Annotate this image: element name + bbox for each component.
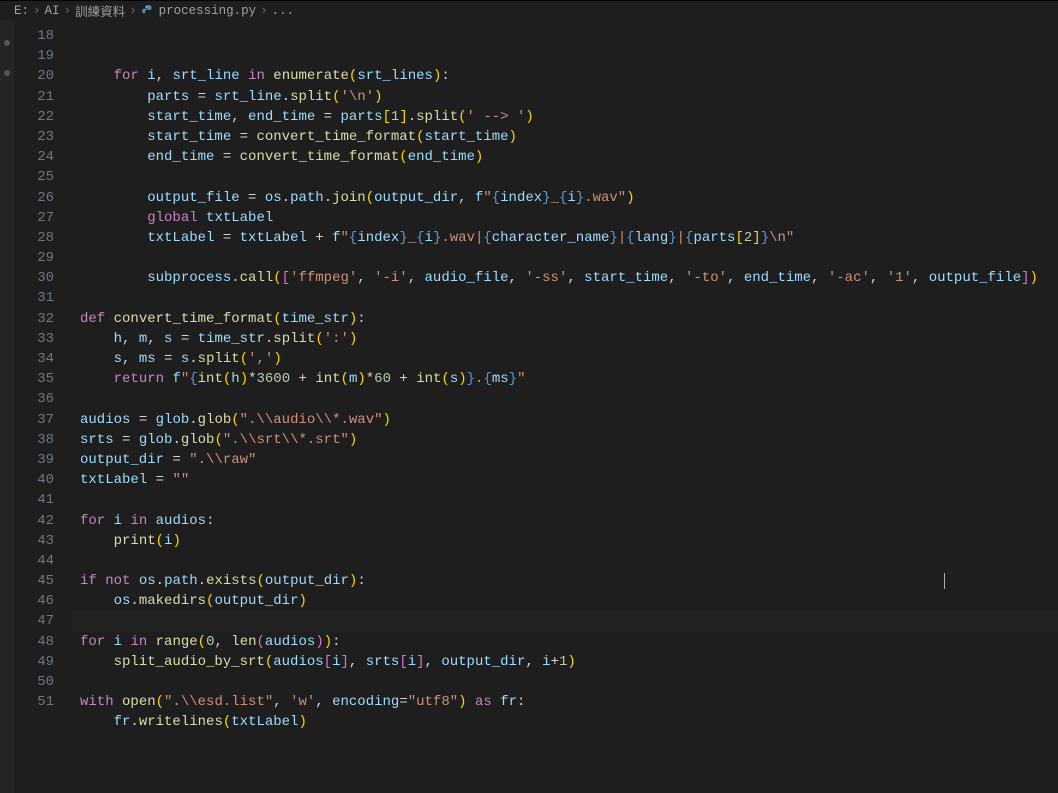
code-line[interactable]: output_dir = ".\\raw" [72,450,1058,470]
code-line[interactable]: s, ms = s.split(',') [72,349,1058,369]
line-number: 34 [14,349,54,369]
line-number: 35 [14,369,54,389]
code-line[interactable]: parts = srt_line.split('\n') [72,87,1058,107]
code-line[interactable]: fr.writelines(txtLabel) [72,712,1058,732]
chevron-right-icon: › [33,4,41,18]
line-number: 49 [14,652,54,672]
code-line[interactable]: h, m, s = time_str.split(':') [72,329,1058,349]
line-number: 33 [14,329,54,349]
line-number: 28 [14,228,54,248]
line-number: 43 [14,531,54,551]
code-line[interactable]: txtLabel = txtLabel + f"{index}_{i}.wav|… [72,228,1058,248]
line-number: 36 [14,389,54,409]
code-line[interactable] [72,611,1058,631]
code-line[interactable] [72,167,1058,187]
breadcrumb-seg[interactable]: AI [45,4,60,18]
breadcrumb[interactable]: E: › AI › 訓練資料 › processing.py › ... [0,1,1058,20]
line-number: 32 [14,309,54,329]
code-line[interactable] [72,551,1058,571]
code-line[interactable]: start_time = convert_time_format(start_t… [72,127,1058,147]
code-line[interactable] [72,490,1058,510]
line-number: 40 [14,470,54,490]
line-number: 20 [14,66,54,86]
code-line[interactable]: end_time = convert_time_format(end_time) [72,147,1058,167]
line-number: 50 [14,672,54,692]
code-line[interactable] [72,288,1058,308]
chevron-right-icon: › [129,4,137,18]
python-file-icon [141,4,155,18]
code-line[interactable]: txtLabel = "" [72,470,1058,490]
chevron-right-icon: › [260,4,268,18]
line-number: 25 [14,167,54,187]
line-number: 51 [14,692,54,712]
line-number: 45 [14,571,54,591]
line-number: 22 [14,107,54,127]
code-line[interactable]: print(i) [72,531,1058,551]
code-line[interactable]: for i in audios: [72,511,1058,531]
code-line[interactable]: subprocess.call(['ffmpeg', '-i', audio_f… [72,268,1058,288]
code-line[interactable]: output_file = os.path.join(output_dir, f… [72,188,1058,208]
code-editor[interactable]: for i, srt_line in enumerate(srt_lines):… [72,20,1058,793]
activity-dot [4,70,10,76]
code-line[interactable]: start_time, end_time = parts[1].split(' … [72,107,1058,127]
line-number: 46 [14,591,54,611]
chevron-right-icon: › [64,4,72,18]
line-number: 19 [14,46,54,66]
line-number: 44 [14,551,54,571]
line-number: 38 [14,430,54,450]
code-line[interactable]: if not os.path.exists(output_dir): [72,571,1058,591]
code-line[interactable]: return f"{int(h)*3600 + int(m)*60 + int(… [72,369,1058,389]
code-line[interactable]: with open(".\\esd.list", 'w', encoding="… [72,692,1058,712]
breadcrumb-file[interactable]: processing.py [159,4,257,18]
code-line[interactable]: for i in range(0, len(audios)): [72,632,1058,652]
line-number: 37 [14,410,54,430]
code-line[interactable]: audios = glob.glob(".\\audio\\*.wav") [72,410,1058,430]
line-number: 30 [14,268,54,288]
line-number: 31 [14,288,54,308]
line-number: 18 [14,26,54,46]
activity-bar [0,20,14,793]
line-number: 41 [14,490,54,510]
line-number: 42 [14,511,54,531]
breadcrumb-seg[interactable]: E: [14,4,29,18]
editor-main: 1819202122232425262728293031323334353637… [0,20,1058,793]
line-number: 21 [14,87,54,107]
line-gutter: 1819202122232425262728293031323334353637… [14,20,72,793]
line-number: 23 [14,127,54,147]
code-line[interactable]: os.makedirs(output_dir) [72,591,1058,611]
breadcrumb-seg[interactable]: 訓練資料 [75,1,125,20]
breadcrumb-symbol[interactable]: ... [272,4,295,18]
code-line[interactable]: for i, srt_line in enumerate(srt_lines): [72,66,1058,86]
line-number: 27 [14,208,54,228]
line-number: 29 [14,248,54,268]
line-number: 48 [14,632,54,652]
code-line[interactable] [72,389,1058,409]
code-line[interactable] [72,672,1058,692]
code-line[interactable]: def convert_time_format(time_str): [72,309,1058,329]
code-line[interactable] [72,248,1058,268]
code-line[interactable]: split_audio_by_srt(audios[i], srts[i], o… [72,652,1058,672]
text-cursor [944,573,945,589]
activity-dot [4,40,10,46]
line-number: 24 [14,147,54,167]
line-number: 39 [14,450,54,470]
line-number: 47 [14,611,54,631]
line-number: 26 [14,188,54,208]
code-line[interactable]: global txtLabel [72,208,1058,228]
code-line[interactable]: srts = glob.glob(".\\srt\\*.srt") [72,430,1058,450]
code-line[interactable] [72,733,1058,753]
